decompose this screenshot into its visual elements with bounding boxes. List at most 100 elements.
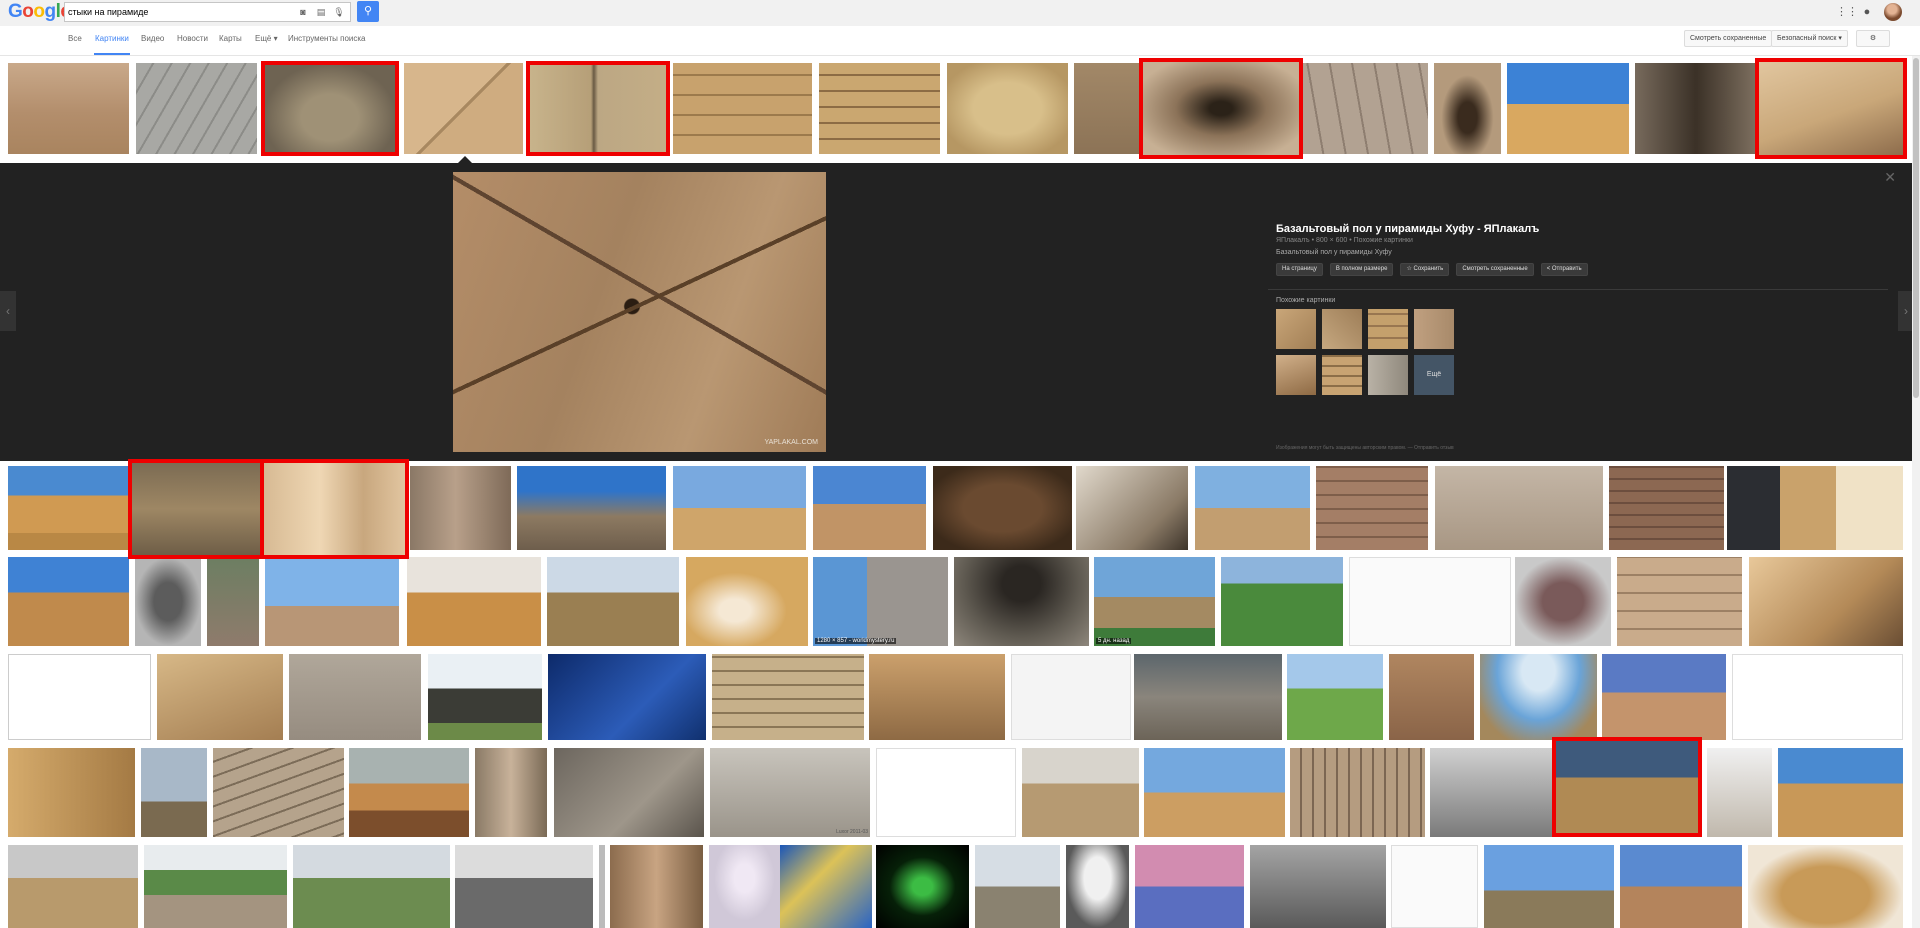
tab-video[interactable]: Видео [141, 34, 164, 43]
image-result[interactable] [1316, 466, 1428, 550]
image-result[interactable] [8, 63, 129, 154]
image-result[interactable]: Luxor 2011-03 [710, 748, 870, 837]
related-image[interactable] [1322, 309, 1362, 349]
image-result[interactable] [548, 654, 706, 740]
search-box[interactable]: ◙ ▤ 🎙 [64, 2, 351, 22]
image-result[interactable] [1778, 748, 1903, 837]
image-result[interactable] [1507, 63, 1629, 154]
image-result[interactable] [1134, 654, 1282, 740]
image-result[interactable] [475, 748, 547, 837]
tab-more[interactable]: Ещё ▾ [255, 34, 278, 43]
image-result[interactable] [947, 63, 1068, 154]
image-result[interactable] [975, 845, 1060, 928]
image-result[interactable] [712, 654, 864, 740]
image-result[interactable] [1609, 466, 1724, 550]
image-result[interactable] [876, 845, 969, 928]
view-saved-preview-button[interactable]: Смотреть сохраненные [1456, 263, 1534, 276]
image-result[interactable] [293, 845, 450, 928]
image-result[interactable] [1066, 845, 1129, 928]
image-result-diagram[interactable] [1391, 845, 1478, 928]
search-input[interactable] [68, 5, 308, 19]
image-result[interactable] [673, 63, 812, 154]
image-result[interactable] [780, 845, 872, 928]
full-size-button[interactable]: В полном размере [1329, 263, 1394, 276]
image-result[interactable] [8, 748, 135, 837]
image-result[interactable] [410, 466, 511, 550]
close-icon[interactable]: ✕ [1884, 169, 1896, 186]
image-result-highlighted[interactable] [1139, 58, 1303, 159]
visit-page-button[interactable]: На страницу [1276, 263, 1323, 276]
microphone-icon[interactable]: 🎙 [333, 6, 345, 18]
image-result[interactable] [1290, 748, 1425, 837]
image-result[interactable] [1748, 845, 1903, 928]
image-result[interactable] [954, 557, 1089, 646]
notifications-icon[interactable]: ● [1860, 5, 1874, 19]
image-result[interactable] [141, 748, 207, 837]
preview-title[interactable]: Базальтовый пол у пирамиды Хуфу - ЯПлака… [1276, 223, 1539, 235]
image-result-diagram[interactable] [1349, 557, 1511, 646]
image-result[interactable] [157, 654, 283, 740]
image-result[interactable] [1727, 466, 1903, 550]
image-result[interactable] [610, 845, 703, 928]
image-result[interactable] [1144, 748, 1285, 837]
image-result[interactable] [1484, 845, 1614, 928]
image-result[interactable] [404, 63, 523, 154]
image-result[interactable] [869, 654, 1005, 740]
image-result[interactable] [1022, 748, 1139, 837]
tab-maps[interactable]: Карты [219, 34, 242, 43]
image-result[interactable] [554, 748, 704, 837]
tab-news[interactable]: Новости [177, 34, 208, 43]
image-result[interactable] [599, 845, 605, 928]
image-result[interactable] [265, 557, 399, 646]
related-image[interactable] [1276, 309, 1316, 349]
image-result[interactable] [428, 654, 542, 740]
image-result[interactable] [819, 63, 940, 154]
image-result[interactable] [1434, 63, 1501, 154]
image-result-highlighted[interactable] [526, 61, 670, 156]
image-result[interactable] [1602, 654, 1726, 740]
image-result[interactable] [135, 557, 201, 646]
image-result[interactable] [1480, 654, 1597, 740]
image-result[interactable] [455, 845, 593, 928]
preview-footer[interactable]: Изображения могут быть защищены авторски… [1276, 445, 1454, 451]
tab-search-tools[interactable]: Инструменты поиска [288, 34, 365, 43]
save-button[interactable]: ☆ Сохранить [1400, 263, 1450, 276]
camera-icon[interactable]: ◙ [297, 6, 309, 18]
image-result[interactable] [709, 845, 780, 928]
image-result-highlighted[interactable] [260, 459, 409, 559]
image-result-diagram[interactable] [1732, 654, 1903, 740]
image-result-highlighted[interactable] [1755, 58, 1907, 159]
settings-button[interactable]: ⚙ [1856, 30, 1890, 47]
image-result[interactable] [1250, 845, 1386, 928]
image-result[interactable] [1195, 466, 1310, 550]
image-result[interactable] [136, 63, 257, 154]
related-image[interactable] [1276, 355, 1316, 395]
related-image[interactable] [1322, 355, 1362, 395]
image-result[interactable] [1620, 845, 1742, 928]
image-result[interactable] [8, 557, 129, 646]
more-related-button[interactable]: Ещё [1414, 355, 1454, 395]
image-result-highlighted[interactable] [261, 61, 399, 156]
preview-image[interactable]: YAPLAKAL.COM [453, 172, 826, 452]
image-result[interactable] [1515, 557, 1611, 646]
image-result[interactable]: 5 дн. назад [1094, 557, 1215, 646]
image-result[interactable] [8, 466, 129, 550]
image-result[interactable] [144, 845, 287, 928]
safesearch-button[interactable]: Безопасный поиск ▾ [1771, 30, 1848, 47]
image-result[interactable] [686, 557, 808, 646]
image-result-diagram[interactable] [1011, 654, 1131, 740]
image-result[interactable] [1135, 845, 1244, 928]
image-result[interactable] [207, 557, 259, 646]
image-result[interactable] [673, 466, 806, 550]
image-result[interactable]: 1280 × 857 - worldmystery.ru [813, 557, 948, 646]
image-result[interactable] [1302, 63, 1428, 154]
image-result[interactable] [289, 654, 421, 740]
image-result[interactable] [1430, 748, 1552, 837]
image-result-highlighted[interactable] [1552, 737, 1702, 837]
image-result[interactable] [813, 466, 926, 550]
related-image[interactable] [1414, 309, 1454, 349]
google-logo[interactable]: Google [8, 1, 71, 23]
image-result-diagram[interactable] [876, 748, 1016, 837]
related-image[interactable] [1368, 309, 1408, 349]
image-result[interactable] [1749, 557, 1903, 646]
